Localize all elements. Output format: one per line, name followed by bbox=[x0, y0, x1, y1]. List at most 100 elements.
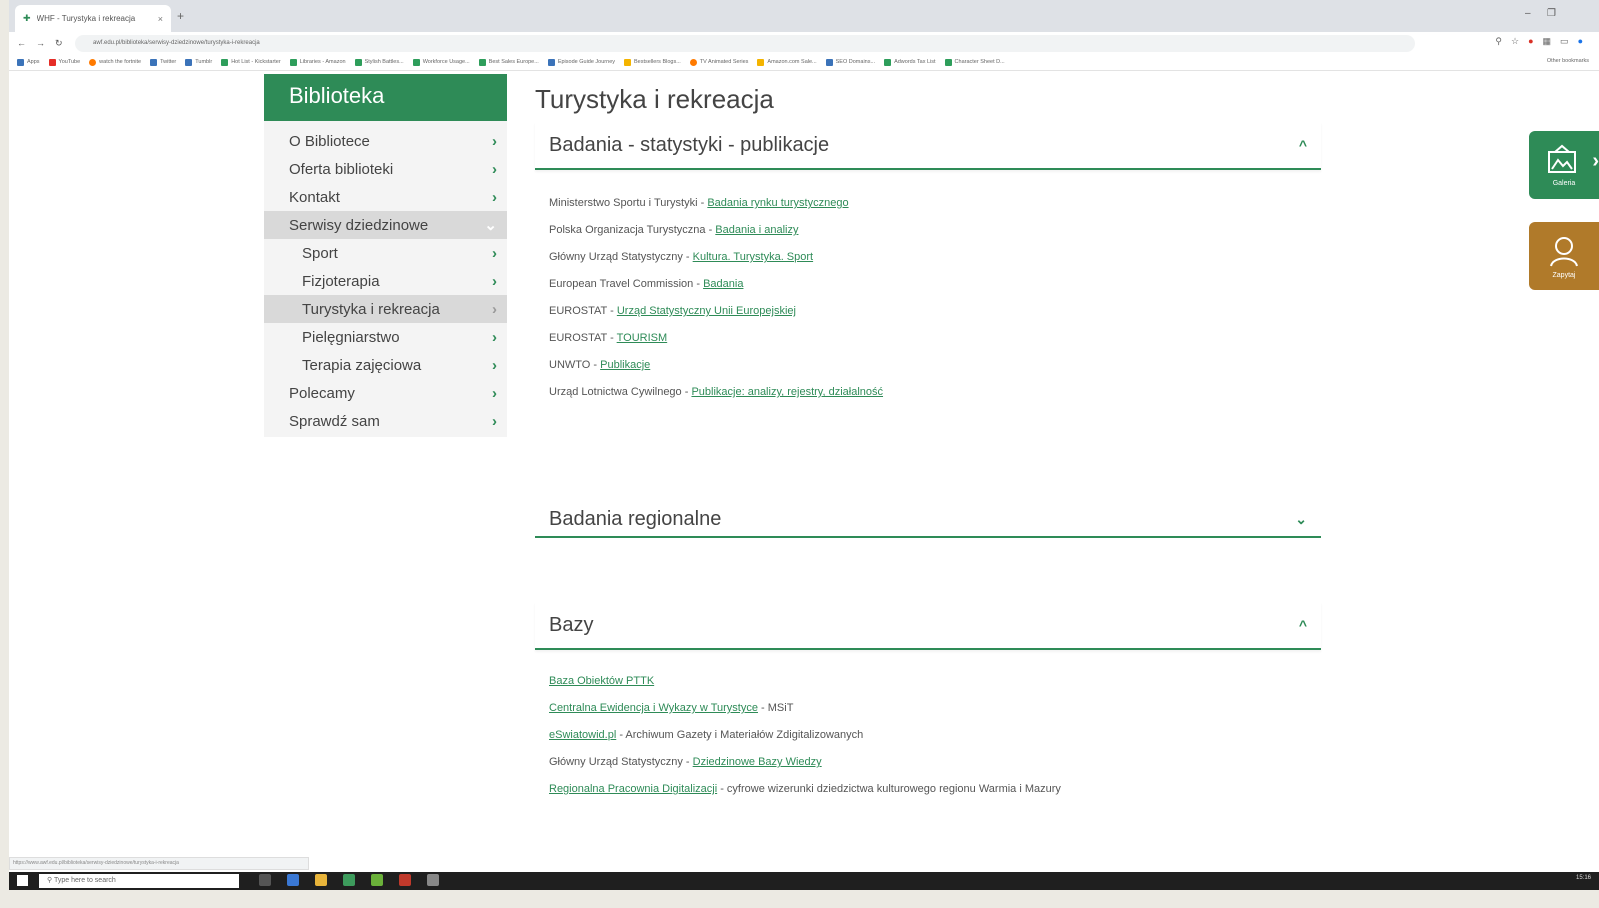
windows-start-icon[interactable] bbox=[17, 875, 28, 886]
new-tab-button[interactable]: + bbox=[177, 9, 184, 23]
sidebar-item-turystyka[interactable]: Turystyka i rekreacja › bbox=[264, 295, 507, 323]
resource-link[interactable]: Badania rynku turystycznego bbox=[707, 197, 848, 209]
bookmark-item[interactable]: Tumblr bbox=[185, 58, 212, 66]
sidebar-item-serwisy[interactable]: Serwisy dziedzinowe ⌄ bbox=[264, 211, 507, 239]
chevron-right-icon: › bbox=[492, 188, 497, 206]
forward-icon[interactable]: → bbox=[36, 38, 45, 48]
contact-label: Zapytaj bbox=[1552, 271, 1576, 279]
list-item: Ministerstwo Sportu i Turystyki - Badani… bbox=[549, 197, 849, 209]
chevron-up-icon[interactable]: ^ bbox=[1299, 137, 1307, 153]
file-explorer-icon[interactable] bbox=[315, 874, 327, 886]
amazon-icon bbox=[757, 58, 765, 66]
tab-close-icon[interactable]: × bbox=[158, 14, 163, 24]
bookmark-icon bbox=[547, 58, 555, 66]
app-icon[interactable] bbox=[399, 874, 411, 886]
minimize-button[interactable]: – bbox=[1525, 8, 1531, 19]
accordion-body-bazy: Baza Obiektów PTTK Centralna Ewidencja i… bbox=[535, 650, 1321, 803]
bookmark-item[interactable]: Amazon.com Sale... bbox=[757, 58, 817, 66]
bookmark-item[interactable]: Hot List - Kickstarter bbox=[221, 58, 281, 66]
resource-link[interactable]: Regionalna Pracownia Digitalizacji bbox=[549, 783, 717, 795]
bookmark-item[interactable]: SEO Domains... bbox=[825, 58, 875, 66]
bookmark-item[interactable]: Stylish Battles... bbox=[354, 58, 404, 66]
bookmark-item[interactable]: Apps bbox=[17, 58, 40, 66]
zoom-icon[interactable]: ⚲ bbox=[1495, 36, 1502, 47]
task-view-icon[interactable] bbox=[259, 874, 271, 886]
app-icon[interactable] bbox=[427, 874, 439, 886]
bookmark-item[interactable]: Character Sheet D... bbox=[944, 58, 1005, 66]
resource-link[interactable]: Badania bbox=[703, 278, 743, 290]
browser-tab[interactable]: ✚ WHF - Turystyka i rekreacja × bbox=[15, 5, 171, 32]
contact-button[interactable]: Zapytaj bbox=[1529, 222, 1599, 290]
back-icon[interactable]: ← bbox=[17, 38, 26, 48]
bookmark-item[interactable]: Bestsellers Blogs... bbox=[624, 58, 681, 66]
accordion-header-bazy[interactable]: Bazy ^ bbox=[535, 602, 1321, 650]
other-bookmarks[interactable]: Other bookmarks bbox=[1547, 58, 1589, 64]
bookmark-icon bbox=[689, 58, 697, 66]
extensions-area: ⚲ ☆ ● ▦ ▭ ● bbox=[1495, 36, 1583, 47]
chevron-down-icon[interactable]: ⌄ bbox=[1295, 511, 1307, 528]
resource-link[interactable]: Publikacje: analizy, rejestry, działalno… bbox=[691, 386, 883, 398]
chevron-down-icon: ⌄ bbox=[484, 217, 497, 234]
sidebar-item-o-bibliotece[interactable]: O Bibliotece › bbox=[264, 127, 507, 155]
accordion-header-badania-regionalne[interactable]: Badania regionalne ⌄ bbox=[535, 502, 1321, 538]
sidebar-item-polecamy[interactable]: Polecamy › bbox=[264, 379, 507, 407]
bookmark-item[interactable]: Adwords Tax List bbox=[884, 58, 936, 66]
apps-icon bbox=[17, 58, 24, 66]
screen: ✚ WHF - Turystyka i rekreacja × + – ❐ ← … bbox=[9, 0, 1599, 890]
sidebar-item-sprawdz-sam[interactable]: Sprawdź sam › bbox=[264, 407, 507, 435]
resource-link[interactable]: Baza Obiektów PTTK bbox=[549, 675, 654, 687]
taskbar-clock[interactable]: 15:16 bbox=[1576, 875, 1591, 881]
profile-avatar[interactable]: ● bbox=[1578, 36, 1583, 47]
extension-icon[interactable]: ● bbox=[1528, 36, 1533, 47]
resource-link[interactable]: Dziedzinowe Bazy Wiedzy bbox=[693, 756, 822, 768]
resource-link[interactable]: Centralna Ewidencja i Wykazy w Turystyce bbox=[549, 702, 758, 714]
chevron-right-icon: › bbox=[492, 328, 497, 346]
sidebar-item-kontakt[interactable]: Kontakt › bbox=[264, 183, 507, 211]
resource-link[interactable]: Kultura. Turystyka. Sport bbox=[693, 251, 813, 263]
extensions-icon[interactable]: ▦ bbox=[1543, 36, 1552, 47]
bookmark-icon bbox=[412, 58, 420, 66]
twitter-icon bbox=[150, 58, 158, 66]
app-icon[interactable] bbox=[371, 874, 383, 886]
address-bar[interactable]: awf.edu.pl/biblioteka/serwisy-dziedzinow… bbox=[75, 35, 1415, 52]
resource-link[interactable]: eSwiatowid.pl bbox=[549, 729, 616, 741]
taskbar-search[interactable]: ⚲ Type here to search bbox=[39, 874, 239, 888]
sidebar-item-fizjoterapia[interactable]: Fizjoterapia › bbox=[264, 267, 507, 295]
bookmark-item[interactable]: watch the fortnite bbox=[89, 58, 141, 66]
bookmark-item[interactable]: YouTube bbox=[48, 58, 80, 66]
sidebar-item-oferta[interactable]: Oferta biblioteki › bbox=[264, 155, 507, 183]
resource-link[interactable]: Urząd Statystyczny Unii Europejskiej bbox=[617, 305, 796, 317]
gallery-icon bbox=[1548, 144, 1576, 173]
bookmark-item[interactable]: Best Sales Europe... bbox=[478, 58, 539, 66]
bookmark-icon bbox=[354, 58, 362, 66]
chevron-right-icon: › bbox=[492, 412, 497, 430]
cast-icon[interactable]: ▭ bbox=[1560, 36, 1569, 47]
bookmark-star-icon[interactable]: ☆ bbox=[1511, 36, 1519, 47]
bookmark-item[interactable]: Libraries - Amazon bbox=[289, 58, 346, 66]
resource-link[interactable]: Publikacje bbox=[600, 359, 650, 371]
site-favicon-icon: ✚ bbox=[23, 13, 31, 23]
gallery-button[interactable]: Galeria bbox=[1529, 131, 1599, 199]
resource-link[interactable]: TOURISM bbox=[617, 332, 668, 344]
accordion-title: Badania - statystyki - publikacje bbox=[549, 133, 830, 156]
bookmark-item[interactable]: TV Animated Series bbox=[689, 58, 748, 66]
sidebar-item-pielegniarstwo[interactable]: Pielęgniarstwo › bbox=[264, 323, 507, 351]
list-item: Główny Urząd Statystyczny - Dziedzinowe … bbox=[549, 756, 822, 768]
bookmark-icon bbox=[221, 58, 229, 66]
bookmark-icon bbox=[624, 58, 632, 66]
bookmark-item[interactable]: Twitter bbox=[150, 58, 176, 66]
bookmark-item[interactable]: Workforce Usage... bbox=[412, 58, 470, 66]
resource-link[interactable]: Badania i analizy bbox=[715, 224, 798, 236]
accordion-title: Badania regionalne bbox=[549, 507, 722, 530]
app-icon[interactable] bbox=[343, 874, 355, 886]
reload-icon[interactable]: ↻ bbox=[55, 38, 63, 49]
bookmark-item[interactable]: Episode Guide Journey bbox=[547, 58, 615, 66]
sidebar-item-sport[interactable]: Sport › bbox=[264, 239, 507, 267]
accordion-header-badania[interactable]: Badania - statystyki - publikacje ^ bbox=[535, 122, 1321, 170]
chevron-right-icon[interactable]: › bbox=[1592, 150, 1599, 173]
sidebar-item-terapia[interactable]: Terapia zajęciowa › bbox=[264, 351, 507, 379]
chrome-icon[interactable] bbox=[287, 874, 299, 886]
list-item: UNWTO - Publikacje bbox=[549, 359, 651, 371]
maximize-button[interactable]: ❐ bbox=[1547, 8, 1556, 19]
chevron-up-icon[interactable]: ^ bbox=[1299, 617, 1307, 633]
